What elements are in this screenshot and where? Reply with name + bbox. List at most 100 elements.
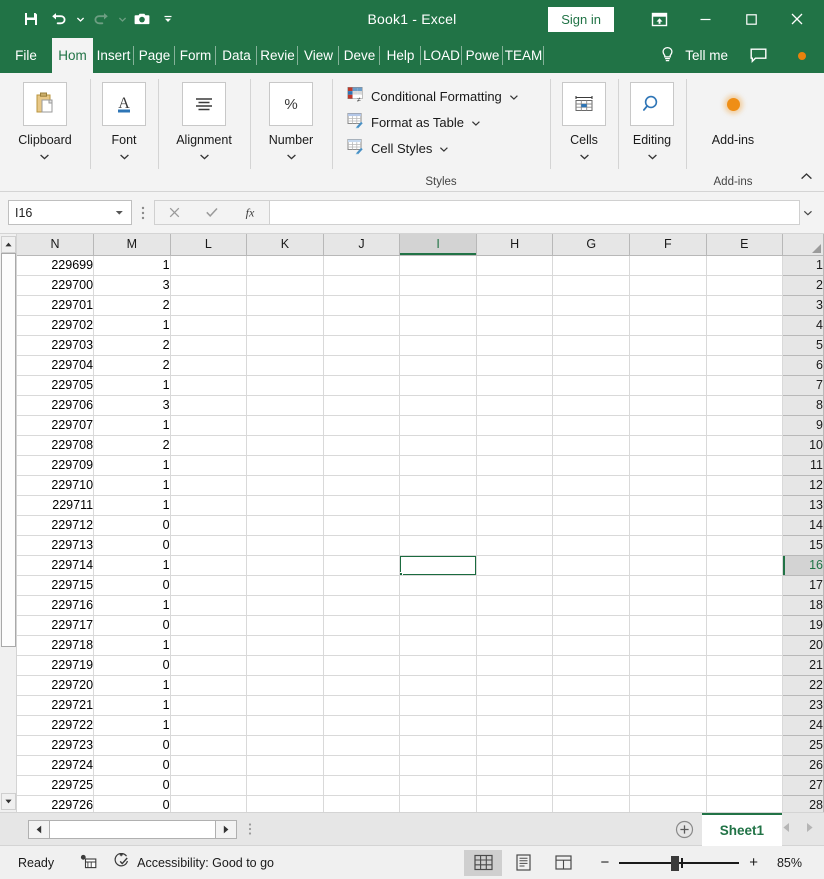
cell-L1[interactable]	[170, 255, 248, 276]
cell-K22[interactable]	[246, 675, 324, 696]
row-header-14[interactable]: 14	[782, 515, 824, 536]
cell-J23[interactable]	[323, 695, 401, 716]
cell-G1[interactable]	[552, 255, 630, 276]
cell-E20[interactable]	[706, 635, 784, 656]
tab-page-layout[interactable]: Page	[134, 38, 175, 73]
tab-data[interactable]: Data	[216, 38, 257, 73]
cell-K19[interactable]	[246, 615, 324, 636]
cell-H15[interactable]	[476, 535, 554, 556]
column-header-N[interactable]: N	[17, 234, 95, 256]
cell-N3[interactable]: 229701	[17, 295, 95, 316]
cell-J21[interactable]	[323, 655, 401, 676]
cell-J2[interactable]	[323, 275, 401, 296]
cell-F21[interactable]	[629, 655, 707, 676]
cell-N7[interactable]: 229705	[17, 375, 95, 396]
hscroll-left-arrow-icon[interactable]	[28, 819, 50, 839]
cell-F6[interactable]	[629, 355, 707, 376]
row-header-12[interactable]: 12	[782, 475, 824, 496]
cell-F9[interactable]	[629, 415, 707, 436]
cell-G28[interactable]	[552, 795, 630, 812]
cell-E12[interactable]	[706, 475, 784, 496]
row-header-5[interactable]: 5	[782, 335, 824, 356]
prev-sheet-arrow-icon[interactable]	[782, 822, 791, 836]
cell-J26[interactable]	[323, 755, 401, 776]
column-header-H[interactable]: H	[476, 234, 554, 256]
vertical-scroll-track[interactable]	[0, 253, 16, 793]
cell-L12[interactable]	[170, 475, 248, 496]
cell-J28[interactable]	[323, 795, 401, 812]
cell-F22[interactable]	[629, 675, 707, 696]
addins-button[interactable]: Add-ins	[711, 73, 755, 147]
cell-F11[interactable]	[629, 455, 707, 476]
row-header-8[interactable]: 8	[782, 395, 824, 416]
cell-F28[interactable]	[629, 795, 707, 812]
cell-styles-chevron-down-icon[interactable]	[439, 141, 449, 156]
cell-J17[interactable]	[323, 575, 401, 596]
cell-J27[interactable]	[323, 775, 401, 796]
page-break-preview-icon[interactable]	[544, 850, 582, 876]
cell-F4[interactable]	[629, 315, 707, 336]
cell-N28[interactable]: 229726	[17, 795, 95, 812]
enter-check-icon[interactable]	[196, 201, 228, 224]
record-macro-button[interactable]	[60, 851, 103, 875]
cell-H4[interactable]	[476, 315, 554, 336]
cell-I6[interactable]	[399, 355, 477, 376]
cell-E17[interactable]	[706, 575, 784, 596]
cell-J5[interactable]	[323, 335, 401, 356]
cell-H3[interactable]	[476, 295, 554, 316]
zoom-slider-thumb[interactable]	[671, 855, 680, 871]
cell-M19[interactable]: 0	[93, 615, 171, 636]
cell-H19[interactable]	[476, 615, 554, 636]
cell-M1[interactable]: 1	[93, 255, 171, 276]
vertical-scroll-thumb[interactable]	[0, 253, 16, 648]
cell-H27[interactable]	[476, 775, 554, 796]
cell-E16[interactable]	[706, 555, 784, 576]
tab-view[interactable]: View	[298, 38, 339, 73]
cell-N8[interactable]: 229706	[17, 395, 95, 416]
cell-K11[interactable]	[246, 455, 324, 476]
cell-K27[interactable]	[246, 775, 324, 796]
cell-M14[interactable]: 0	[93, 515, 171, 536]
cell-M6[interactable]: 2	[93, 355, 171, 376]
row-header-20[interactable]: 20	[782, 635, 824, 656]
cell-I9[interactable]	[399, 415, 477, 436]
cell-J13[interactable]	[323, 495, 401, 516]
cell-G2[interactable]	[552, 275, 630, 296]
cell-M3[interactable]: 2	[93, 295, 171, 316]
row-header-26[interactable]: 26	[782, 755, 824, 776]
column-header-F[interactable]: F	[629, 234, 707, 256]
cell-M5[interactable]: 2	[93, 335, 171, 356]
cell-G3[interactable]	[552, 295, 630, 316]
cell-L19[interactable]	[170, 615, 248, 636]
horizontal-scroll-track[interactable]	[50, 819, 215, 839]
cell-N16[interactable]: 229714	[17, 555, 95, 576]
cell-J10[interactable]	[323, 435, 401, 456]
cell-J25[interactable]	[323, 735, 401, 756]
cell-F15[interactable]	[629, 535, 707, 556]
cell-K28[interactable]	[246, 795, 324, 812]
format-as-table-chevron-down-icon[interactable]	[471, 115, 481, 130]
cell-K14[interactable]	[246, 515, 324, 536]
cell-I24[interactable]	[399, 715, 477, 736]
cell-L4[interactable]	[170, 315, 248, 336]
cell-F25[interactable]	[629, 735, 707, 756]
cell-M7[interactable]: 1	[93, 375, 171, 396]
cell-G16[interactable]	[552, 555, 630, 576]
cell-L20[interactable]	[170, 635, 248, 656]
maximize-icon[interactable]	[728, 0, 774, 38]
cell-J22[interactable]	[323, 675, 401, 696]
sheet-tab-sheet1[interactable]: Sheet1	[701, 812, 782, 846]
cell-L5[interactable]	[170, 335, 248, 356]
cell-I21[interactable]	[399, 655, 477, 676]
cell-F16[interactable]	[629, 555, 707, 576]
cell-I26[interactable]	[399, 755, 477, 776]
cell-N19[interactable]: 229717	[17, 615, 95, 636]
tab-help[interactable]: Help	[380, 38, 421, 73]
cell-K18[interactable]	[246, 595, 324, 616]
cell-F19[interactable]	[629, 615, 707, 636]
cell-K25[interactable]	[246, 735, 324, 756]
insert-function-fx-icon[interactable]: fx	[234, 201, 266, 224]
cell-J4[interactable]	[323, 315, 401, 336]
cell-M27[interactable]: 0	[93, 775, 171, 796]
zoom-in-button[interactable]: +	[749, 854, 758, 871]
